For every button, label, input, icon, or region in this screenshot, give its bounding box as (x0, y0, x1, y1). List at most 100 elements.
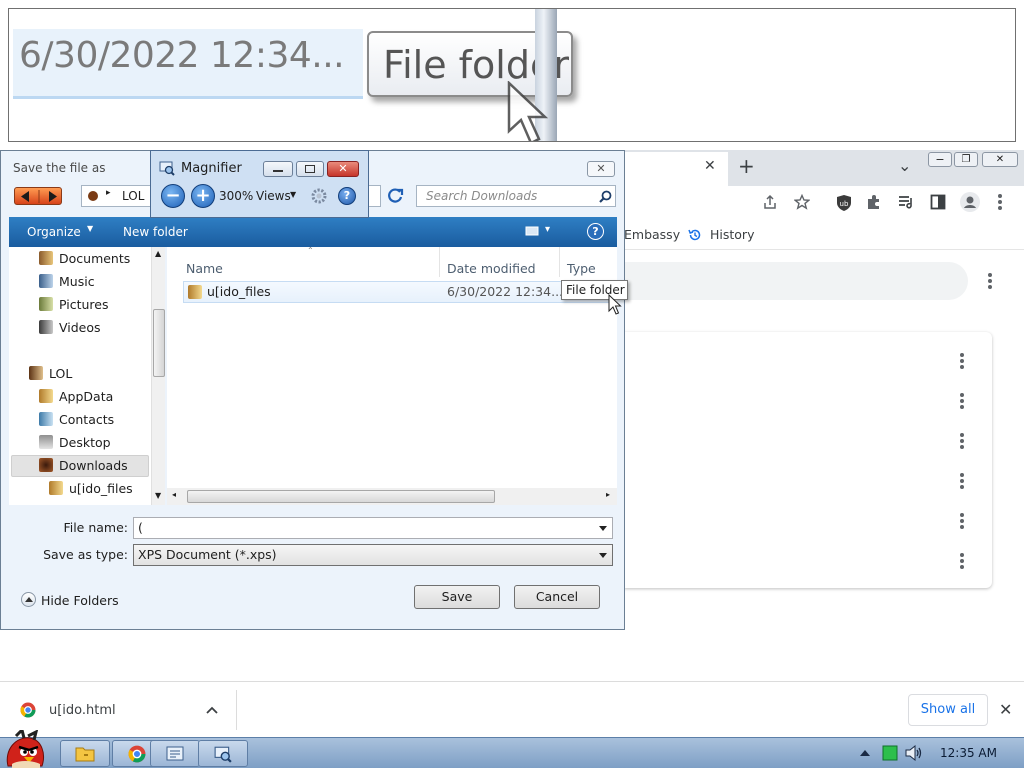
history-item-menu-icon[interactable] (960, 393, 964, 409)
zoom-out-button[interactable]: − (161, 184, 185, 208)
profile-avatar-icon[interactable] (960, 192, 980, 212)
bookmark-star-icon[interactable] (794, 194, 810, 210)
show-all-button[interactable]: Show all (908, 694, 988, 726)
magnifier-minimize-button[interactable] (263, 161, 293, 177)
zoom-in-button[interactable]: + (191, 184, 215, 208)
show-hidden-icons-icon[interactable] (860, 749, 870, 757)
extensions-puzzle-icon[interactable] (866, 194, 882, 210)
system-clock[interactable]: 12:35 AM (940, 746, 997, 760)
sort-indicator-icon: ⌃ (307, 246, 314, 255)
hide-folders-toggle-icon[interactable] (21, 592, 36, 607)
taskbar: 12:35 AM (0, 730, 1024, 768)
history-menu-icon[interactable] (988, 273, 992, 289)
taskbar-explorer-button[interactable] (60, 740, 110, 767)
history-item-menu-icon[interactable] (960, 433, 964, 449)
contacts-folder-icon (39, 412, 53, 426)
volume-icon[interactable] (905, 745, 923, 761)
history-item-menu-icon[interactable] (960, 353, 964, 369)
scroll-left-icon[interactable]: ◂ (172, 490, 176, 499)
browser-menu-icon[interactable] (998, 194, 1002, 210)
column-header-type[interactable]: Type (567, 261, 596, 276)
scroll-down-icon[interactable]: ▼ (155, 491, 161, 500)
folder-tree: Documents Music Pictures Videos LOL AppD… (9, 247, 165, 505)
column-header-name[interactable]: Name (186, 261, 223, 276)
file-name-input[interactable]: ( (133, 517, 613, 539)
cancel-button[interactable]: Cancel (514, 585, 600, 609)
organize-menu[interactable]: Organize (27, 225, 81, 239)
side-panel-icon[interactable] (930, 194, 946, 210)
scroll-right-icon[interactable]: ▸ (606, 490, 610, 499)
window-close-button[interactable]: ✕ (982, 152, 1018, 167)
window-minimize-button[interactable]: − (928, 152, 952, 167)
tab-close-icon[interactable]: ✕ (704, 158, 716, 174)
browser-tab[interactable]: ✕ (624, 152, 728, 186)
share-icon[interactable] (762, 194, 778, 210)
scrollbar-thumb[interactable] (187, 490, 495, 503)
magnifier-help-icon[interactable]: ? (338, 187, 356, 205)
tree-item-desktop[interactable]: Desktop (39, 432, 111, 454)
tree-item-music[interactable]: Music (39, 271, 95, 293)
history-search-field[interactable] (624, 262, 968, 300)
network-icon[interactable] (882, 745, 898, 761)
file-list-horizontal-scrollbar[interactable]: ◂ ▸ (167, 488, 617, 505)
magnifier-close-button[interactable]: ✕ (327, 161, 359, 177)
views-menu[interactable]: Views (256, 189, 291, 203)
new-folder-button[interactable]: New folder (123, 225, 188, 239)
file-row[interactable]: u[ido_files 6/30/2022 12:34... (183, 281, 613, 303)
history-item-menu-icon[interactable] (960, 473, 964, 489)
scrollbar-thumb[interactable] (153, 309, 165, 377)
file-name-value: ( (138, 520, 143, 535)
hide-folders-button[interactable]: Hide Folders (41, 593, 119, 608)
save-button[interactable]: Save (414, 585, 500, 609)
tab-search-icon[interactable]: ⌄ (898, 156, 911, 175)
pictures-folder-icon (39, 297, 53, 311)
magnified-cursor-icon (507, 81, 549, 141)
gear-icon[interactable] (310, 187, 328, 205)
documents-folder-icon (39, 251, 53, 265)
start-button-icon[interactable] (2, 730, 48, 770)
new-tab-icon[interactable]: + (738, 154, 755, 178)
chrome-icon (128, 745, 146, 763)
media-queue-icon[interactable] (898, 195, 914, 209)
tree-item-lol[interactable]: LOL (29, 363, 72, 385)
history-item-menu-icon[interactable] (960, 513, 964, 529)
tree-item-videos[interactable]: Videos (39, 317, 101, 339)
bookmark-embassy[interactable]: Embassy (624, 227, 680, 242)
ublock-shield-icon[interactable]: ub (836, 194, 852, 212)
tree-item-appdata[interactable]: AppData (39, 386, 113, 408)
tree-item-downloads[interactable]: Downloads (39, 455, 128, 477)
magnifier-restore-button[interactable] (296, 161, 324, 177)
magnifier-app-icon (214, 746, 232, 763)
chevron-down-icon[interactable] (599, 526, 607, 531)
views-icon[interactable] (525, 225, 539, 237)
refresh-icon[interactable] (386, 186, 406, 206)
tree-item-pictures[interactable]: Pictures (39, 294, 109, 316)
downloads-close-icon[interactable]: ✕ (999, 700, 1012, 719)
save-as-type-select[interactable]: XPS Document (*.xps) (133, 544, 613, 566)
search-downloads-input[interactable]: Search Downloads (416, 185, 616, 207)
magnifier-app-icon (159, 161, 175, 176)
search-icon[interactable] (599, 190, 612, 203)
column-header-date[interactable]: Date modified (447, 261, 536, 276)
file-name-label: File name: (63, 520, 128, 535)
history-item-menu-icon[interactable] (960, 553, 964, 569)
window-maximize-button[interactable]: ❐ (954, 152, 978, 167)
download-file-name[interactable]: u[ido.html (49, 703, 116, 718)
breadcrumb-segment[interactable]: LOL (122, 189, 144, 203)
tree-item-documents[interactable]: Documents (39, 248, 130, 270)
chevron-down-icon[interactable] (599, 553, 607, 558)
tree-vertical-scrollbar[interactable]: ▲ ▼ (151, 247, 165, 505)
views-dropdown-icon[interactable]: ▾ (545, 224, 550, 235)
scroll-up-icon[interactable]: ▲ (155, 249, 161, 258)
tree-item-contacts[interactable]: Contacts (39, 409, 114, 431)
back-forward-buttons[interactable] (14, 187, 62, 205)
help-icon[interactable]: ? (587, 223, 604, 240)
save-as-type-label: Save as type: (43, 547, 128, 562)
taskbar-save-dialog-button[interactable] (150, 740, 200, 767)
chevron-down-icon: ▼ (87, 224, 94, 233)
chevron-up-icon[interactable] (206, 706, 218, 714)
taskbar-magnifier-button[interactable] (198, 740, 248, 767)
tree-item-uido-files[interactable]: u[ido_files (49, 478, 133, 500)
dialog-close-button[interactable]: ✕ (587, 161, 615, 177)
bookmark-history[interactable]: History (710, 227, 754, 242)
